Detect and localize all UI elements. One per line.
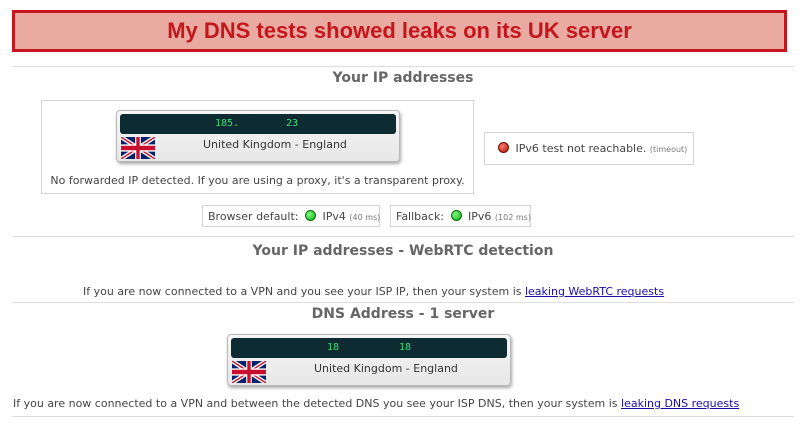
ip-address-display[interactable]: 185. 23 — [120, 114, 396, 134]
ip-address-part1[interactable]: 185. — [215, 118, 239, 129]
ok-status-icon — [450, 210, 462, 221]
browser-default-box: Browser default: IPv4 (40 ms) — [202, 205, 380, 227]
divider — [12, 236, 794, 237]
ip-card: 185. 23 United Kingdom - England — [116, 110, 400, 162]
ip-address-part2[interactable]: 23 — [286, 118, 298, 129]
dns-address-display[interactable]: 18 18 — [231, 338, 507, 358]
dns-info-line: If you are now connected to a VPN and be… — [13, 397, 739, 410]
uk-flag-icon — [121, 137, 155, 159]
divider — [12, 66, 794, 67]
browser-default-latency: (40 ms) — [349, 213, 381, 222]
dns-leak-link[interactable]: leaking DNS requests — [621, 397, 739, 410]
fallback-box: Fallback: IPv6 (102 ms) — [390, 205, 531, 227]
fallback-protocol: IPv6 — [468, 210, 492, 223]
ipv6-status-detail: (timeout) — [649, 145, 688, 154]
browser-default-label: Browser default: — [208, 210, 299, 223]
dns-address-part2[interactable]: 18 — [399, 342, 411, 353]
divider — [12, 416, 794, 417]
ipv6-status-label: IPv6 test not reachable. — [515, 142, 647, 155]
ip-section-title: Your IP addresses — [332, 70, 474, 86]
dns-address-part1[interactable]: 18 — [327, 342, 339, 353]
ip-country: United Kingdom - England — [203, 138, 347, 151]
forwarded-ip-note: No forwarded IP detected. If you are usi… — [50, 174, 465, 187]
headline-banner: My DNS tests showed leaks on its UK serv… — [12, 10, 787, 52]
webrtc-section-title: Your IP addresses - WebRTC detection — [252, 243, 554, 259]
dns-info-text: If you are now connected to a VPN and be… — [13, 397, 618, 410]
ipv6-status-box: IPv6 test not reachable. (timeout) — [484, 132, 694, 165]
webrtc-info-text: If you are now connected to a VPN and yo… — [83, 285, 522, 298]
ip-result-box: 185. 23 United Kingdom - England No forw… — [41, 100, 474, 194]
dns-section-title: DNS Address - 1 server — [311, 306, 495, 322]
divider — [12, 302, 794, 303]
browser-default-protocol: IPv4 — [322, 210, 346, 223]
webrtc-info-line: If you are now connected to a VPN and yo… — [83, 285, 664, 298]
uk-flag-icon — [232, 361, 266, 383]
dns-country: United Kingdom - England — [314, 362, 458, 375]
error-status-icon — [498, 142, 509, 153]
webrtc-leak-link[interactable]: leaking WebRTC requests — [525, 285, 664, 298]
headline-text: My DNS tests showed leaks on its UK serv… — [167, 18, 632, 43]
dns-card: 18 18 United Kingdom - England — [227, 334, 511, 386]
fallback-label: Fallback: — [396, 210, 445, 223]
ok-status-icon — [304, 210, 316, 221]
fallback-latency: (102 ms) — [494, 213, 531, 222]
